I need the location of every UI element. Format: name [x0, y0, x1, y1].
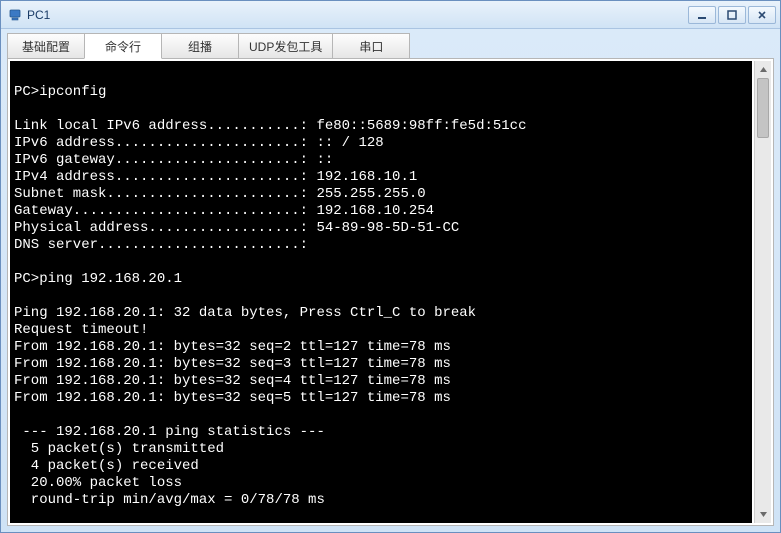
- tab-udp-tool[interactable]: UDP发包工具: [238, 33, 333, 59]
- maximize-button[interactable]: [718, 6, 746, 24]
- tab-command-line[interactable]: 命令行: [84, 33, 162, 59]
- window-title: PC1: [27, 8, 688, 22]
- vertical-scrollbar[interactable]: [754, 61, 771, 523]
- tab-basic-config[interactable]: 基础配置: [7, 33, 85, 59]
- terminal-output[interactable]: PC>ipconfig Link local IPv6 address.....…: [10, 61, 752, 523]
- titlebar: PC1: [1, 1, 780, 29]
- scroll-track[interactable]: [755, 78, 771, 506]
- app-icon: [7, 7, 23, 23]
- close-button[interactable]: [748, 6, 776, 24]
- terminal-panel: PC>ipconfig Link local IPv6 address.....…: [7, 58, 774, 526]
- minimize-button[interactable]: [688, 6, 716, 24]
- tab-multicast[interactable]: 组播: [161, 33, 239, 59]
- scroll-down-button[interactable]: [755, 506, 771, 523]
- scroll-thumb[interactable]: [757, 78, 769, 138]
- window-buttons: [688, 6, 776, 24]
- tab-serial[interactable]: 串口: [332, 33, 410, 59]
- window-body: 基础配置 命令行 组播 UDP发包工具 串口 PC>ipconfig Link …: [1, 29, 780, 532]
- tab-bar: 基础配置 命令行 组播 UDP发包工具 串口: [7, 33, 774, 59]
- scroll-up-button[interactable]: [755, 61, 771, 78]
- app-window: PC1 基础配置 命令行 组播 UDP发包工具 串口 PC>ipconfig L…: [0, 0, 781, 533]
